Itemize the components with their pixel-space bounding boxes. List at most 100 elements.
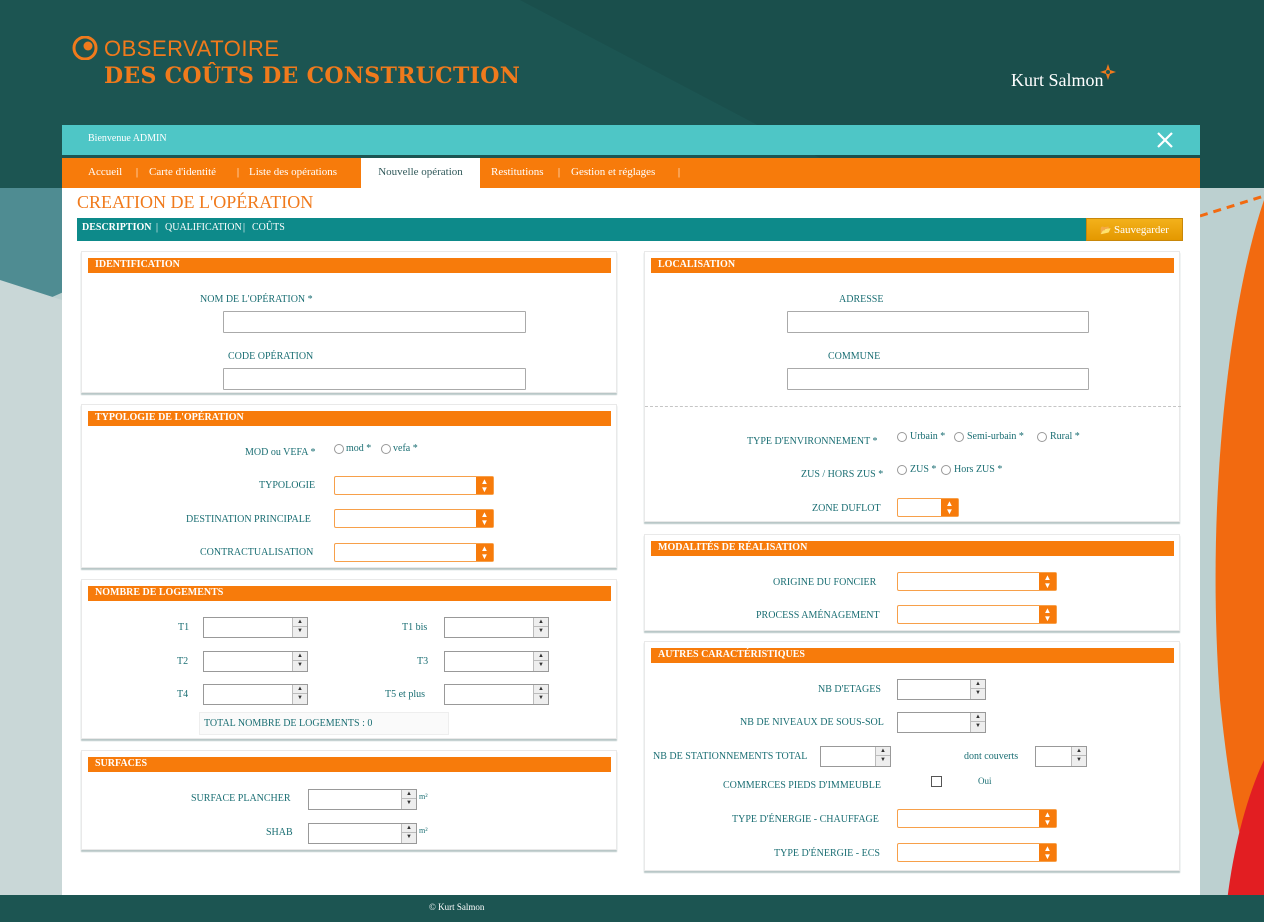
hors-zus-label: Hors ZUS * xyxy=(954,464,1003,475)
nav-separator: | xyxy=(237,167,240,178)
nav-carte-identite[interactable]: Carte d'identité xyxy=(149,166,216,178)
autres-panel: AUTRES CARACTÉRISTIQUES NB D'ETAGES ▲ ▼ N… xyxy=(644,641,1180,871)
spin-down-icon[interactable]: ▼ xyxy=(293,627,307,636)
spin-down-icon[interactable]: ▼ xyxy=(402,799,416,808)
rural-radio[interactable] xyxy=(1037,432,1047,442)
nb-etages-stepper[interactable]: ▲ ▼ xyxy=(897,679,986,700)
tab-qualification[interactable]: QUALIFICATION xyxy=(165,222,242,233)
spin-up-icon[interactable]: ▲ xyxy=(402,790,416,799)
footer-bar xyxy=(0,895,1264,922)
spin-down-icon[interactable]: ▼ xyxy=(402,833,416,842)
nb-sous-sol-label: NB DE NIVEAUX DE SOUS-SOL xyxy=(740,717,884,728)
nav-nouvelle-operation[interactable]: Nouvelle opération xyxy=(361,158,480,188)
welcome-bar: Bienvenue ADMIN xyxy=(62,125,1200,155)
nav-accueil[interactable]: Accueil xyxy=(88,166,122,178)
spin-up-icon[interactable]: ▲ xyxy=(971,680,985,689)
identification-header: IDENTIFICATION xyxy=(88,258,611,273)
nav-liste-operations[interactable]: Liste des opérations xyxy=(249,166,337,178)
spin-down-icon[interactable]: ▼ xyxy=(534,661,548,670)
surface-plancher-stepper[interactable]: ▲ ▼ xyxy=(308,789,417,810)
spin-up-icon[interactable]: ▲ xyxy=(402,824,416,833)
t3-stepper[interactable]: ▲ ▼ xyxy=(444,651,549,672)
spin-up-icon[interactable]: ▲ xyxy=(971,713,985,722)
t4-stepper[interactable]: ▲ ▼ xyxy=(203,684,308,705)
zus-option-label: ZUS * xyxy=(910,464,937,475)
nom-operation-input[interactable] xyxy=(223,311,526,333)
urbain-radio[interactable] xyxy=(897,432,907,442)
commerces-label: COMMERCES PIEDS D'IMMEUBLE xyxy=(723,780,881,791)
logements-panel: NOMBRE DE LOGEMENTS T1 ▲ ▼ T1 bis ▲ ▼ T2 ▲… xyxy=(81,579,617,739)
code-operation-label: CODE OPÉRATION xyxy=(228,351,314,362)
main-panel: Accueil | Carte d'identité | Liste des o… xyxy=(62,158,1200,895)
commerces-checkbox[interactable] xyxy=(931,776,942,787)
dont-couverts-stepper[interactable]: ▲ ▼ xyxy=(1035,746,1087,767)
semi-urbain-radio[interactable] xyxy=(954,432,964,442)
spin-up-icon[interactable]: ▲ xyxy=(1072,747,1086,756)
save-button[interactable]: 📂 Sauvegarder xyxy=(1086,218,1183,241)
t1bis-stepper[interactable]: ▲ ▼ xyxy=(444,617,549,638)
sub-navigation: DESCRIPTION | QUALIFICATION | COÛTS xyxy=(77,218,1183,241)
mod-radio-label: mod * xyxy=(346,443,372,454)
commerces-oui-label: Oui xyxy=(978,776,992,786)
close-icon[interactable] xyxy=(1156,131,1174,149)
welcome-text: Bienvenue ADMIN xyxy=(88,133,167,144)
t4-label: T4 xyxy=(177,689,189,700)
code-operation-input[interactable] xyxy=(223,368,526,390)
spin-down-icon[interactable]: ▼ xyxy=(876,756,890,765)
spin-down-icon[interactable]: ▼ xyxy=(971,722,985,731)
logo-title-line2: DES COÛTS DE CONSTRUCTION xyxy=(104,63,521,89)
shab-stepper[interactable]: ▲ ▼ xyxy=(308,823,417,844)
nav-gestion-reglages[interactable]: Gestion et réglages xyxy=(571,166,655,178)
spin-up-icon[interactable]: ▲ xyxy=(534,618,548,627)
observatoire-eye-logo-icon xyxy=(72,36,98,60)
urbain-label: Urbain * xyxy=(910,431,946,442)
spin-up-icon[interactable]: ▲ xyxy=(534,685,548,694)
origine-foncier-select[interactable]: ▲ ▼ xyxy=(897,572,1057,591)
contractualisation-label: CONTRACTUALISATION xyxy=(200,547,314,558)
typologie-select[interactable]: ▲ ▼ xyxy=(334,476,494,495)
t5-stepper[interactable]: ▲ ▼ xyxy=(444,684,549,705)
modalites-panel: MODALITÉS DE RÉALISATION ORIGINE DU FONC… xyxy=(644,534,1180,631)
spin-down-icon[interactable]: ▼ xyxy=(1072,756,1086,765)
nb-sous-sol-stepper[interactable]: ▲ ▼ xyxy=(897,712,986,733)
spin-down-icon[interactable]: ▼ xyxy=(534,694,548,703)
spin-down-icon[interactable]: ▼ xyxy=(534,627,548,636)
t3-label: T3 xyxy=(417,656,429,667)
origine-foncier-label: ORIGINE DU FONCIER xyxy=(773,577,877,588)
process-amenagement-select[interactable]: ▲ ▼ xyxy=(897,605,1057,624)
t2-label: T2 xyxy=(177,656,189,667)
spin-down-icon[interactable]: ▼ xyxy=(293,694,307,703)
zone-duflot-select[interactable]: ▲ ▼ xyxy=(897,498,959,517)
adresse-input[interactable] xyxy=(787,311,1089,333)
spin-down-icon[interactable]: ▼ xyxy=(293,661,307,670)
footer-copyright: © Kurt Salmon xyxy=(429,902,485,912)
rural-label: Rural * xyxy=(1050,431,1080,442)
spin-up-icon[interactable]: ▲ xyxy=(876,747,890,756)
chevron-updown-icon: ▲ ▼ xyxy=(476,544,493,561)
nb-stationnements-stepper[interactable]: ▲ ▼ xyxy=(820,746,891,767)
tab-description[interactable]: DESCRIPTION xyxy=(82,222,151,233)
t1-stepper[interactable]: ▲ ▼ xyxy=(203,617,308,638)
destination-select[interactable]: ▲ ▼ xyxy=(334,509,494,528)
energie-ecs-select[interactable]: ▲ ▼ xyxy=(897,843,1057,862)
t2-stepper[interactable]: ▲ ▼ xyxy=(203,651,308,672)
tab-couts[interactable]: COÛTS xyxy=(252,222,285,233)
vefa-radio[interactable] xyxy=(381,444,391,454)
commune-input[interactable] xyxy=(787,368,1089,390)
spin-down-icon[interactable]: ▼ xyxy=(971,689,985,698)
mod-radio[interactable] xyxy=(334,444,344,454)
hors-zus-radio[interactable] xyxy=(941,465,951,475)
zus-radio[interactable] xyxy=(897,465,907,475)
energie-chauffage-select[interactable]: ▲ ▼ xyxy=(897,809,1057,828)
spin-up-icon[interactable]: ▲ xyxy=(293,618,307,627)
dont-couverts-label: dont couverts xyxy=(964,751,1019,762)
spin-up-icon[interactable]: ▲ xyxy=(293,685,307,694)
contractualisation-select[interactable]: ▲ ▼ xyxy=(334,543,494,562)
total-logements-box: TOTAL NOMBRE DE LOGEMENTS : 0 xyxy=(199,712,449,735)
chevron-updown-icon: ▲ ▼ xyxy=(1039,606,1056,623)
spin-up-icon[interactable]: ▲ xyxy=(293,652,307,661)
kurt-salmon-logo: Kurt Salmon xyxy=(1011,70,1104,90)
spin-up-icon[interactable]: ▲ xyxy=(534,652,548,661)
zone-duflot-label: ZONE DUFLOT xyxy=(812,503,881,514)
nav-restitutions[interactable]: Restitutions xyxy=(491,166,544,178)
